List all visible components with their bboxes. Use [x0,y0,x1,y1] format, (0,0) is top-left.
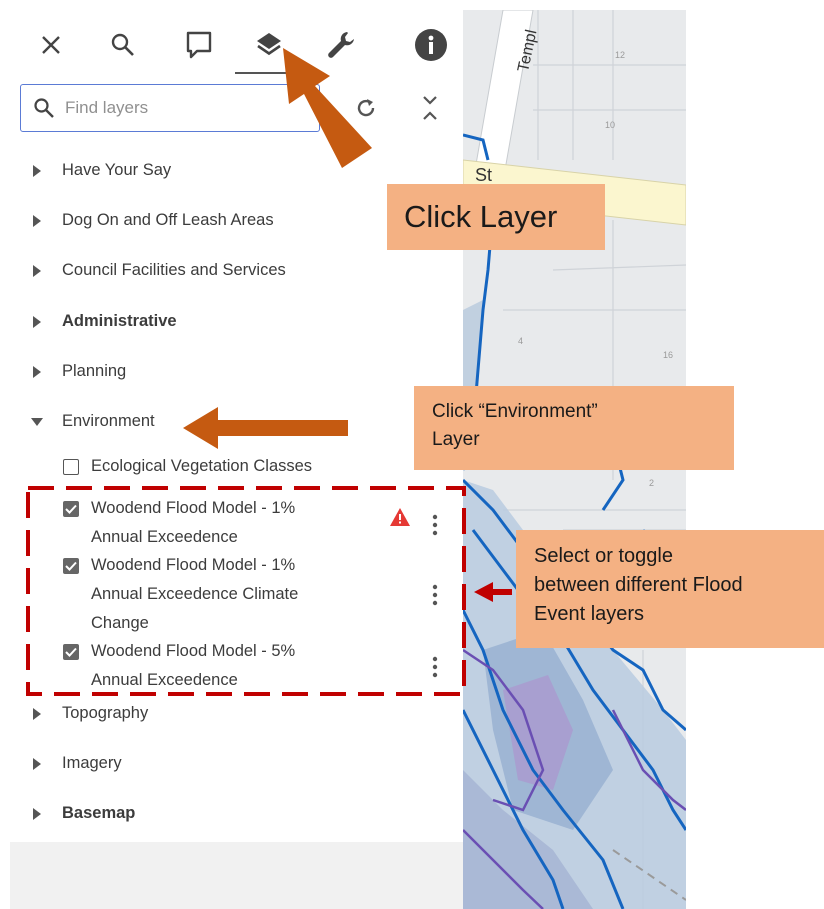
caret-right-icon [33,808,41,820]
layer-options-button[interactable] [428,510,442,540]
layer-options-button[interactable] [428,580,442,610]
layer-group-imagery[interactable]: Imagery [10,743,463,783]
layer-group-label: Council Facilities and Services [62,260,286,279]
callout-click-environment: Click “Environment” Layer [414,386,734,470]
callout-text: Click Layer [404,199,558,234]
checkmark-icon [65,647,77,657]
layer-group-label: Planning [62,361,127,380]
layer-group-planning[interactable]: Planning [10,351,463,391]
layer-checkbox-checked[interactable] [63,644,79,660]
caret-right-icon [33,265,41,277]
layer-label: Annual Exceedence [91,671,238,689]
caret-right-icon [33,316,41,328]
callout-click-layer: Click Layer [387,184,605,250]
callout-text-line: Event layers [534,603,645,625]
search-icon [33,97,55,124]
more-vertical-icon [432,656,438,678]
toolbar [10,10,463,76]
info-button[interactable] [408,22,454,68]
callout-text-line: Layer [432,429,480,450]
layer-group-council-facilities-and-services[interactable]: Council Facilities and Services [10,250,463,290]
layer-label: Change [91,614,149,632]
layer-checkbox-checked[interactable] [63,501,79,517]
layer-label: Annual Exceedence [91,528,238,546]
layer-item[interactable]: Woodend Flood Model - 1% Annual Exceedenc… [10,551,463,638]
layers-panel: Have Your Say Dog On and Off Leash Areas C… [10,10,463,909]
parcel-number: 16 [663,350,674,360]
layer-checkbox[interactable] [63,459,79,475]
comment-button[interactable] [176,22,222,68]
wrench-icon [328,32,354,58]
caret-right-icon [33,708,41,720]
more-vertical-icon [432,584,438,606]
layer-label: Woodend Flood Model - 1% [91,499,296,517]
find-layers-box[interactable] [20,84,320,132]
close-icon [42,36,60,54]
layer-label: Annual Exceedence Climate [91,585,299,603]
search-icon [111,33,134,56]
layer-label: Ecological Vegetation Classes [91,457,313,475]
find-layers-input[interactable] [63,97,307,119]
refresh-button[interactable] [350,92,382,124]
active-tool-indicator [235,72,299,74]
collapse-all-button[interactable] [414,90,446,126]
layer-group-label: Basemap [62,803,136,822]
callout-select-toggle: Select or toggle between different Flood… [516,530,824,648]
layer-group-label: Have Your Say [62,160,172,179]
refresh-icon [357,99,375,117]
layer-group-label: Topography [62,703,149,722]
panel-footer [10,842,463,909]
more-vertical-icon [432,514,438,536]
layer-item[interactable]: Woodend Flood Model - 5% Annual Exceedenc… [10,637,463,695]
layer-options-button[interactable] [428,652,442,682]
layer-group-label: Environment [62,411,155,430]
layer-group-label: Administrative [62,311,177,330]
layer-label: Woodend Flood Model - 1% [91,556,296,574]
comment-icon [186,31,212,59]
warning-icon[interactable] [389,507,411,532]
street-label-st: St [475,165,493,185]
checkmark-icon [65,561,77,571]
layer-item[interactable]: Ecological Vegetation Classes [10,452,463,481]
layer-label: Woodend Flood Model - 5% [91,642,296,660]
caret-right-icon [33,165,41,177]
search-button[interactable] [100,22,146,68]
tools-button[interactable] [318,22,364,68]
close-button[interactable] [28,22,74,68]
caret-right-icon [33,366,41,378]
collapse-icon [423,96,437,120]
callout-text-line: Select or toggle [534,545,673,567]
caret-right-icon [33,215,41,227]
layer-group-administrative[interactable]: Administrative [10,301,463,341]
parcel-number: 12 [615,50,626,60]
layer-group-label: Dog On and Off Leash Areas [62,210,274,229]
layer-group-environment[interactable]: Environment [10,401,463,441]
checkmark-icon [65,504,77,514]
layers-button[interactable] [246,22,292,68]
callout-text-line: between different Flood [534,574,743,596]
layer-checkbox-checked[interactable] [63,558,79,574]
caret-right-icon [33,758,41,770]
parcel-number: 10 [605,120,616,130]
caret-down-icon [31,418,43,426]
layer-group-topography[interactable]: Topography [10,693,463,733]
layer-group-basemap[interactable]: Basemap [10,793,463,833]
callout-text-line: Click “Environment” [432,401,598,422]
parcel-number: 4 [518,336,524,346]
info-icon [415,29,447,61]
layer-group-label: Imagery [62,753,122,772]
parcel-number: 2 [649,478,655,488]
layers-icon [257,33,281,56]
